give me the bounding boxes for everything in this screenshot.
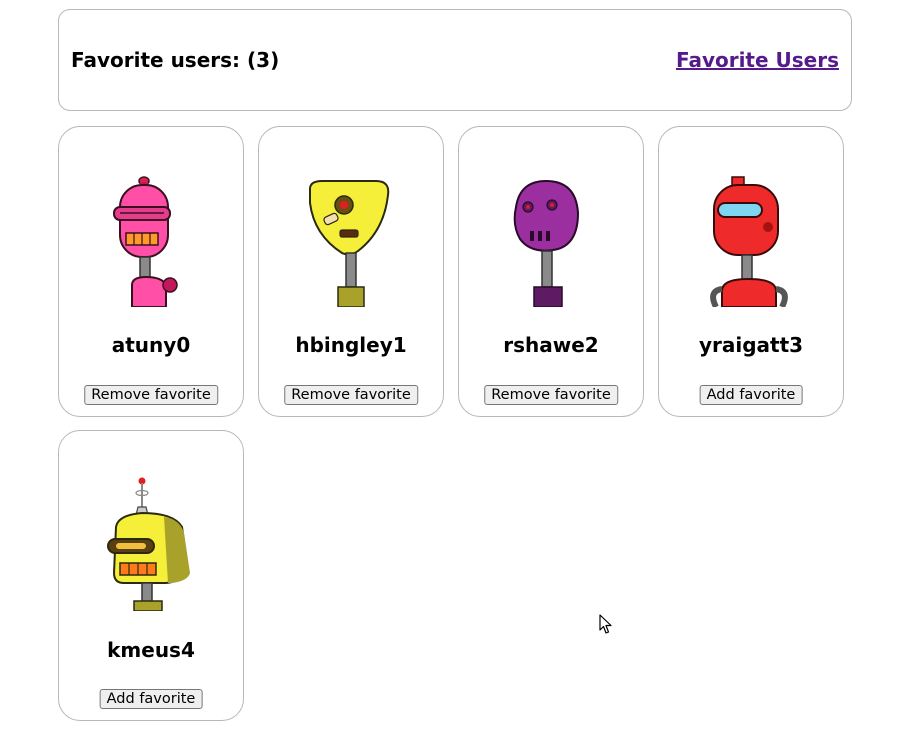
user-card: hbingley1 Remove favorite (258, 126, 444, 417)
favorites-header: Favorite users: (3) Favorite Users (58, 9, 852, 111)
page: Favorite users: (3) Favorite Users atuny… (0, 0, 909, 735)
robot-avatar-icon (513, 179, 580, 307)
username: rshawe2 (503, 333, 599, 357)
user-card: rshawe2 Remove favorite (458, 126, 644, 417)
add-favorite-button[interactable]: Add favorite (99, 689, 203, 709)
favorite-users-link[interactable]: Favorite Users (676, 48, 839, 72)
robot-avatar-icon (309, 180, 390, 307)
remove-favorite-button[interactable]: Remove favorite (84, 385, 218, 405)
remove-favorite-button[interactable]: Remove favorite (484, 385, 618, 405)
mouse-cursor-icon (599, 614, 612, 634)
remove-favorite-button[interactable]: Remove favorite (284, 385, 418, 405)
username: hbingley1 (295, 333, 407, 357)
username: kmeus4 (107, 638, 195, 662)
user-card: yraigatt3 Add favorite (658, 126, 844, 417)
favorite-users-count: Favorite users: (3) (71, 48, 280, 72)
robot-avatar-icon (107, 477, 190, 611)
user-card: atuny0 Remove favorite (58, 126, 244, 417)
robot-avatar-icon (113, 176, 178, 307)
robot-avatar-icon (710, 176, 788, 307)
user-card: kmeus4 Add favorite (58, 430, 244, 721)
username: yraigatt3 (698, 333, 804, 357)
add-favorite-button[interactable]: Add favorite (699, 385, 803, 405)
username: atuny0 (111, 333, 191, 357)
